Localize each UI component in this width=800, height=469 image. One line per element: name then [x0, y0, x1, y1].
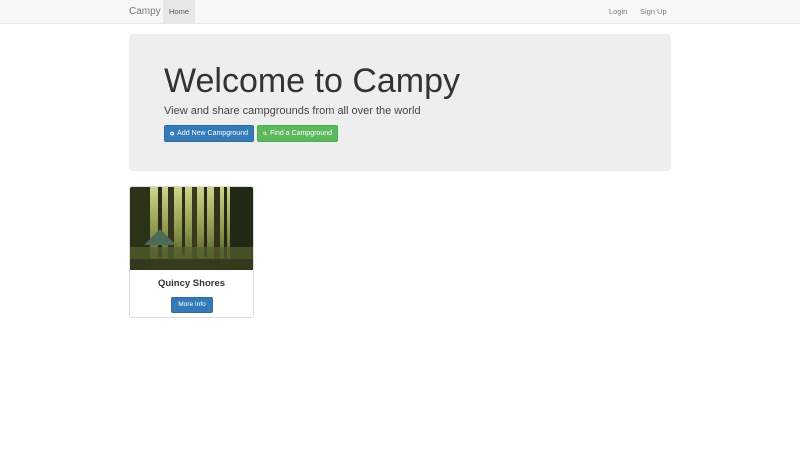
campground-name: Quincy Shores — [157, 278, 226, 289]
search-icon — [263, 131, 267, 136]
find-campground-button[interactable]: Find a Campground — [257, 125, 338, 142]
add-campground-label: Add New Campground — [177, 130, 248, 137]
hero-title: Welcome to Campy — [164, 62, 461, 100]
campground-image — [130, 187, 253, 270]
hero-jumbotron: Welcome to Campy View and share campgrou… — [129, 34, 671, 171]
campground-card: Quincy Shores More Info — [129, 186, 254, 318]
nav-home-link[interactable]: Home — [163, 0, 195, 23]
plus-circle-icon — [170, 131, 175, 136]
brand-link[interactable]: Campy — [129, 0, 161, 24]
navbar: Campy Home Login Sign Up — [0, 0, 800, 24]
find-campground-label: Find a Campground — [270, 130, 332, 137]
more-info-button[interactable]: More Info — [171, 297, 213, 313]
hero-subtitle: View and share campgrounds from all over… — [164, 105, 421, 117]
nav-signup-link[interactable]: Sign Up — [640, 0, 667, 24]
add-campground-button[interactable]: Add New Campground — [164, 125, 254, 142]
nav-login-link[interactable]: Login — [609, 0, 627, 24]
